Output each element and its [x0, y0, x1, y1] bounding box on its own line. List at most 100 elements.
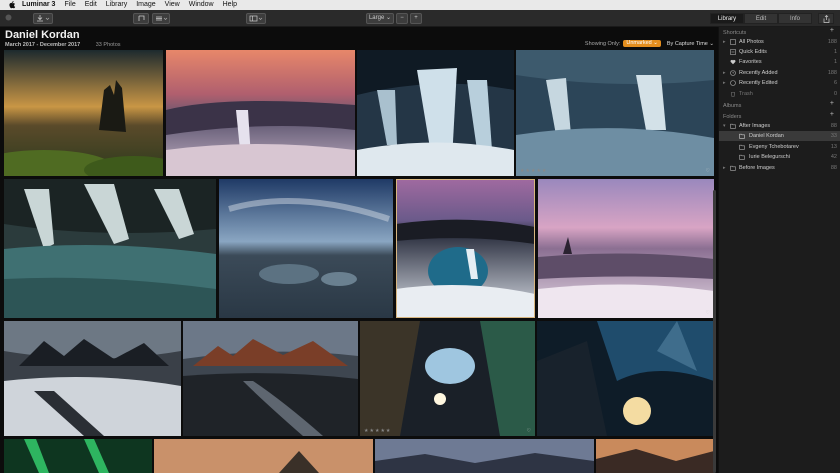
- menu-help[interactable]: Help: [223, 0, 237, 10]
- add-folder-button[interactable]: +: [830, 111, 834, 118]
- menu-edit[interactable]: Edit: [85, 0, 97, 10]
- sort-select[interactable]: By Capture Time ⌄: [667, 41, 714, 47]
- sidebar-item-count: 0: [833, 91, 837, 97]
- back-button[interactable]: [133, 13, 149, 24]
- filter-pill[interactable]: Unmarked ⌄: [623, 40, 661, 47]
- tab-edit[interactable]: Edit: [744, 13, 778, 24]
- photo-thumbnail[interactable]: [154, 439, 373, 473]
- sidebar-item-trash[interactable]: Trash 0: [719, 89, 840, 99]
- disclosure-triangle-icon[interactable]: ▸: [723, 37, 726, 47]
- toolbar: Large ⌄ − + Library Edit Info: [0, 10, 840, 27]
- sidebar-item-label: All Photos: [739, 39, 764, 45]
- sidebar-item-count: 1: [833, 49, 837, 55]
- photos-icon: [730, 39, 736, 45]
- layout-toggle-button[interactable]: [246, 13, 266, 24]
- folder-icon: [730, 123, 736, 129]
- menu-image[interactable]: Image: [136, 0, 155, 10]
- share-button[interactable]: [818, 13, 834, 24]
- rating-stars[interactable]: ★★★★★: [364, 428, 391, 434]
- tab-library[interactable]: Library: [710, 13, 744, 24]
- trash-icon: [731, 92, 735, 97]
- sidebar-item-label: Quick Edits: [739, 49, 767, 55]
- sidebar-item-label: Iurie Belegurschi: [749, 154, 790, 160]
- sidebar-item-count: 42: [830, 154, 837, 160]
- sort-menu-button[interactable]: [152, 13, 170, 24]
- photo-thumbnail[interactable]: [4, 439, 152, 473]
- photo-thumbnail[interactable]: ♡: [538, 179, 714, 318]
- sidebar-folder-after-images[interactable]: ▾ After Images 88: [719, 121, 840, 131]
- sidebar-item-favorites[interactable]: Favorites 1: [719, 57, 840, 67]
- photo-count: 33 Photos: [95, 42, 121, 48]
- add-shortcut-button[interactable]: +: [830, 27, 834, 34]
- clock-icon: [730, 70, 736, 76]
- sidebar-layout-icon: [249, 15, 263, 22]
- filter-bar: Showing Only: Unmarked ⌄ By Capture Time…: [585, 40, 714, 47]
- sidebar-item-recently-added[interactable]: ▸ Recently Added 188: [719, 68, 840, 78]
- tab-info[interactable]: Info: [778, 13, 812, 24]
- photo-thumbnail[interactable]: ★★★★★ ♡: [516, 50, 714, 176]
- sidebar-item-label: Recently Edited: [739, 80, 778, 86]
- menu-view[interactable]: View: [165, 0, 180, 10]
- rating-stars[interactable]: ★★★★★: [520, 168, 547, 174]
- photo-thumbnail[interactable]: [537, 321, 714, 436]
- sidebar-item-label: Before Images: [739, 165, 775, 171]
- menu-library[interactable]: Library: [106, 0, 127, 10]
- share-icon: [823, 15, 829, 23]
- disclosure-triangle-icon[interactable]: ▸: [723, 68, 726, 78]
- photo-thumbnail[interactable]: ★★★★★ ♡: [360, 321, 535, 436]
- back-arrow-icon: [138, 15, 145, 21]
- menu-window[interactable]: Window: [189, 0, 214, 10]
- showing-label: Showing Only:: [584, 40, 621, 47]
- menu-bar: Luminar 3 File Edit Library Image View W…: [0, 0, 840, 10]
- add-album-button[interactable]: +: [830, 100, 834, 107]
- sidebar-item-label: Favorites: [739, 59, 762, 65]
- photo-thumbnail-selected[interactable]: [396, 179, 535, 318]
- folder-icon: [739, 144, 745, 150]
- photo-thumbnail[interactable]: [375, 439, 594, 473]
- photo-thumbnail[interactable]: [4, 50, 163, 176]
- photo-thumbnail[interactable]: [219, 179, 393, 318]
- sidebar-folder-evgeny-tchebotarev[interactable]: Evgeny Tchebotarev 13: [719, 142, 840, 152]
- shortcuts-header: Shortcuts: [723, 30, 747, 36]
- photo-thumbnail[interactable]: [596, 439, 714, 473]
- favorite-heart-icon[interactable]: ♡: [527, 428, 531, 434]
- disclosure-triangle-icon[interactable]: ▾: [723, 121, 726, 131]
- favorite-heart-icon[interactable]: ♡: [706, 310, 710, 316]
- sidebar-item-label: Evgeny Tchebotarev: [749, 144, 799, 150]
- sidebar-item-label: Trash: [739, 91, 753, 97]
- gallery: Daniel Kordan March 2017 - December 2017…: [0, 27, 718, 473]
- import-button[interactable]: [33, 13, 53, 24]
- sidebar-item-count: 1: [833, 59, 837, 65]
- sidebar-folder-before-images[interactable]: ▸ Before Images 88: [719, 163, 840, 173]
- close-window-button[interactable]: [4, 13, 13, 24]
- sidebar-item-all-photos[interactable]: ▸ All Photos 188: [719, 37, 840, 47]
- photo-thumbnail[interactable]: [4, 179, 216, 318]
- list-icon: [156, 16, 168, 21]
- sidebar-folder-daniel-kordan[interactable]: Daniel Kordan 33: [719, 131, 840, 141]
- heart-icon: [730, 59, 736, 65]
- disclosure-triangle-icon[interactable]: ▸: [723, 78, 726, 88]
- sidebar-item-label: Recently Added: [739, 70, 778, 76]
- favorite-heart-icon[interactable]: ♡: [706, 168, 710, 174]
- apple-icon[interactable]: [8, 1, 16, 9]
- disclosure-triangle-icon[interactable]: ▸: [723, 163, 726, 173]
- photo-thumbnail[interactable]: [166, 50, 355, 176]
- photo-thumbnail[interactable]: [357, 50, 514, 176]
- sidebar-item-recently-edited[interactable]: ▸ Recently Edited 6: [719, 78, 840, 88]
- sidebar-item-label: Daniel Kordan: [749, 133, 784, 139]
- photo-thumbnail[interactable]: [183, 321, 358, 436]
- thumbnail-size-select[interactable]: Large ⌄: [366, 13, 394, 24]
- sidebar-folder-iurie-belegurschi[interactable]: Iurie Belegurschi 42: [719, 152, 840, 162]
- sidebar-item-quick-edits[interactable]: Quick Edits 1: [719, 47, 840, 57]
- menu-app[interactable]: Luminar 3: [22, 0, 55, 10]
- sort-label: By Capture Time: [666, 40, 708, 47]
- zoom-out-button[interactable]: −: [396, 13, 408, 24]
- page-title: Daniel Kordan: [5, 29, 80, 41]
- photo-thumbnail[interactable]: [4, 321, 181, 436]
- thumbnail-size-label: Large: [368, 15, 385, 21]
- gallery-scrollbar[interactable]: [713, 190, 716, 473]
- menu-file[interactable]: File: [64, 0, 75, 10]
- sidebar-item-count: 88: [830, 165, 837, 171]
- zoom-in-button[interactable]: +: [410, 13, 422, 24]
- close-icon: [5, 14, 12, 21]
